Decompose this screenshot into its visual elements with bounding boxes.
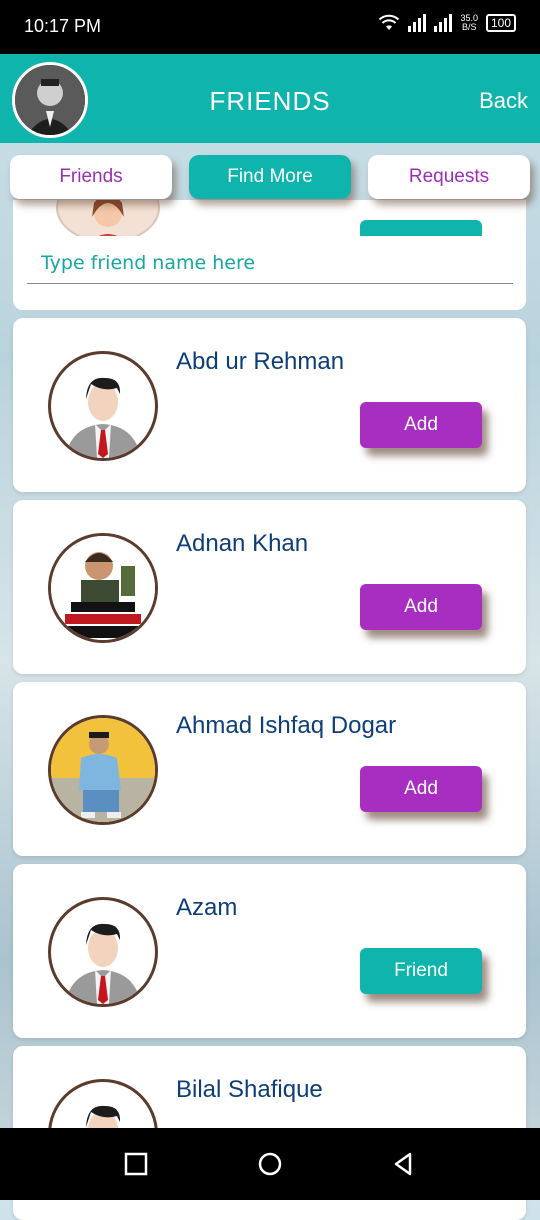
- nav-back-icon[interactable]: [390, 1150, 418, 1178]
- tab-requests[interactable]: Requests: [368, 155, 530, 199]
- tab-find-more[interactable]: Find More: [189, 155, 351, 199]
- add-friend-button[interactable]: Add: [360, 402, 482, 448]
- status-time: 10:17 PM: [24, 16, 102, 36]
- net-speed: 35.0 B/S: [460, 14, 478, 32]
- page-title: FRIENDS: [209, 86, 331, 116]
- app-header: FRIENDS Back: [0, 54, 540, 143]
- user-name: Bilal Shafique: [176, 1076, 323, 1103]
- photo-avatar-icon: [51, 536, 155, 640]
- back-button[interactable]: Back: [479, 88, 528, 114]
- user-name: Adnan Khan: [176, 530, 309, 557]
- user-avatar: [51, 718, 155, 822]
- user-card: Ahmad Ishfaq Dogar Add: [13, 682, 526, 856]
- search-field-wrap: [13, 236, 526, 310]
- user-avatar: [51, 354, 155, 458]
- friend-status-button[interactable]: Friend: [360, 948, 482, 994]
- add-friend-button[interactable]: Add: [360, 584, 482, 630]
- user-name: Ahmad Ishfaq Dogar: [176, 712, 397, 739]
- user-card: Azam Friend: [13, 864, 526, 1038]
- user-name: Abd ur Rehman: [176, 348, 345, 375]
- add-friend-button[interactable]: Add: [360, 766, 482, 812]
- user-card: Abd ur Rehman Add: [13, 318, 526, 492]
- signal-icon: [408, 14, 427, 32]
- recent-apps-icon[interactable]: [122, 1150, 150, 1178]
- battery-icon: 100: [485, 14, 516, 32]
- wifi-icon: [379, 14, 400, 30]
- user-avatar: [51, 900, 155, 1004]
- user-name: Azam: [176, 894, 238, 921]
- status-bar: 10:17 PM 35.0 B/S 100: [0, 0, 540, 54]
- user-avatar: [51, 536, 155, 640]
- search-card: [13, 200, 526, 310]
- net-speed-unit: B/S: [461, 22, 477, 32]
- home-icon[interactable]: [256, 1150, 284, 1178]
- system-nav-bar: [0, 1128, 540, 1200]
- photo-avatar-icon: [51, 718, 155, 822]
- peek-action-button[interactable]: [360, 220, 482, 236]
- user-card: Adnan Khan Add: [13, 500, 526, 674]
- friend-search-input[interactable]: [27, 248, 513, 284]
- default-avatar-icon: [65, 923, 141, 1004]
- default-avatar-icon: [65, 377, 141, 458]
- tab-friends[interactable]: Friends: [10, 155, 172, 199]
- signal-icon-2: [434, 14, 453, 32]
- status-icons: 35.0 B/S 100: [378, 14, 516, 32]
